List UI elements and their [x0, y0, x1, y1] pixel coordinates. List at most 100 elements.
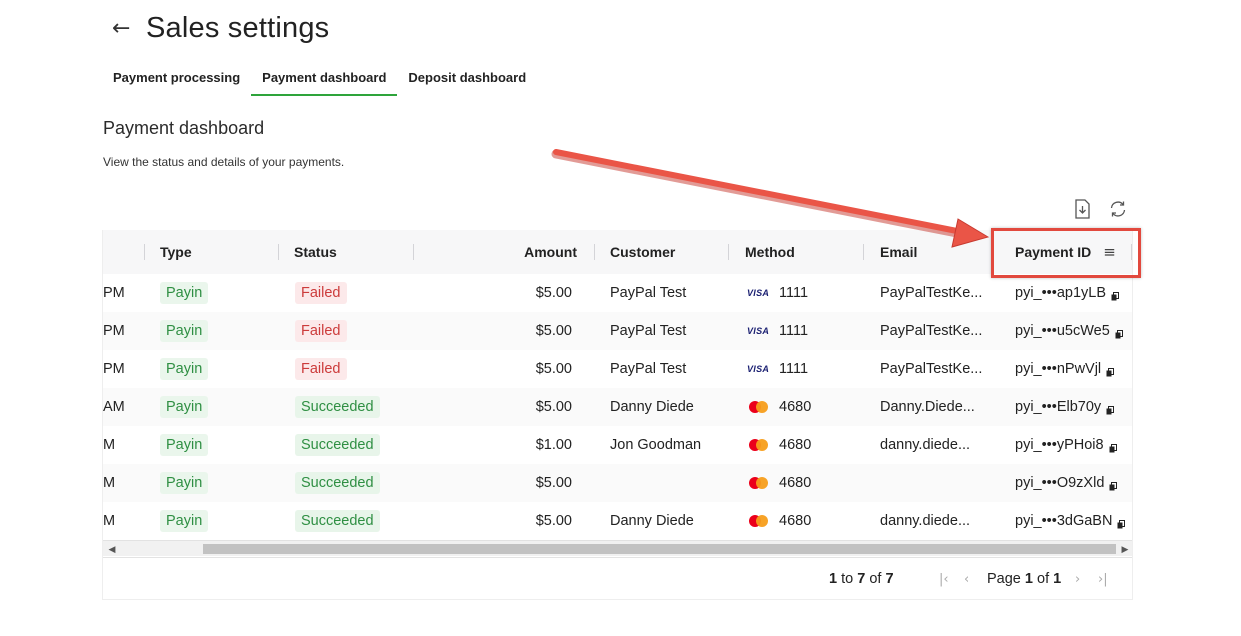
- time-cell: AM: [103, 399, 125, 415]
- previous-page-icon[interactable]: ‹: [964, 558, 969, 599]
- column-separator[interactable]: [144, 244, 145, 260]
- customer-cell: Danny Diede: [610, 513, 694, 529]
- pagination-bar: 1 to 7 of 7 |‹ ‹ Page 1 of 1 › ›|: [103, 557, 1132, 599]
- table-row[interactable]: M Payin Succeeded $5.00 4680 pyi_•••O9zX…: [103, 464, 1132, 502]
- mastercard-icon: [747, 514, 771, 528]
- column-separator[interactable]: [413, 244, 414, 260]
- status-badge: Succeeded: [295, 396, 380, 418]
- current-page: 1: [1024, 571, 1033, 587]
- email-cell: danny.diede...: [880, 513, 971, 529]
- column-menu-icon[interactable]: ≡: [1103, 243, 1116, 261]
- type-cell: Payin: [160, 312, 209, 350]
- type-badge: Payin: [160, 320, 209, 342]
- payment-id-cell: pyi_•••3dGaBN: [1015, 502, 1126, 540]
- customer-cell: PayPal Test: [610, 361, 687, 377]
- column-separator[interactable]: [1131, 244, 1132, 260]
- column-separator[interactable]: [278, 244, 279, 260]
- time-cell: M: [103, 475, 116, 491]
- payment-id-cell: pyi_•••u5cWe5: [1015, 312, 1123, 350]
- copy-icon[interactable]: [1109, 441, 1117, 453]
- column-header-method[interactable]: Method: [745, 230, 795, 274]
- email-cell: danny.diede...: [880, 437, 971, 453]
- time-cell: PM: [103, 361, 125, 377]
- visa-card-icon: VISA: [747, 364, 770, 374]
- refresh-icon[interactable]: [1107, 198, 1129, 220]
- row-count: 1 to 7 of 7: [829, 558, 894, 599]
- payment-id: pyi_•••yPHoi8: [1015, 437, 1104, 453]
- tab-payment-dashboard[interactable]: Payment dashboard: [251, 64, 398, 96]
- email-cell: PayPalTestKe...: [880, 323, 983, 339]
- table-row[interactable]: M Payin Succeeded $5.00 Danny Diede 4680…: [103, 502, 1132, 540]
- scroll-left-icon[interactable]: ◀: [105, 541, 119, 557]
- time-cell: PM: [103, 285, 125, 301]
- status-badge: Failed: [295, 358, 347, 380]
- copy-icon[interactable]: [1106, 403, 1115, 415]
- download-icon[interactable]: [1071, 198, 1093, 220]
- status-cell: Failed: [295, 312, 347, 350]
- payment-id-cell: pyi_•••O9zXld: [1015, 464, 1118, 502]
- column-header-customer[interactable]: Customer: [610, 230, 675, 274]
- column-separator[interactable]: [728, 244, 729, 260]
- tab-payment-processing[interactable]: Payment processing: [102, 64, 251, 96]
- status-cell: Succeeded: [295, 464, 380, 502]
- column-header-email[interactable]: Email: [880, 230, 917, 274]
- copy-icon[interactable]: [1106, 365, 1115, 377]
- table-row[interactable]: PM Payin Failed $5.00 PayPal Test VISA 11…: [103, 312, 1132, 350]
- time-cell: M: [103, 437, 116, 453]
- last-page-icon[interactable]: ›|: [1098, 558, 1108, 599]
- section-title: Payment dashboard: [103, 118, 265, 138]
- card-last4: 1111: [779, 361, 809, 377]
- page-header: ← Sales settings: [112, 10, 329, 46]
- first-page-icon[interactable]: |‹: [939, 558, 949, 599]
- copy-icon[interactable]: [1109, 479, 1118, 491]
- type-cell: Payin: [160, 274, 209, 312]
- row-count-to: 7: [857, 571, 866, 587]
- row-count-from: 1: [829, 571, 838, 587]
- mastercard-icon: [747, 438, 771, 452]
- copy-icon[interactable]: [1111, 289, 1120, 301]
- scroll-right-icon[interactable]: ▶: [1118, 541, 1132, 557]
- method-cell: VISA 1111: [747, 312, 808, 350]
- method-cell: VISA 1111: [747, 274, 808, 312]
- customer-cell: Danny Diede: [610, 399, 694, 415]
- copy-icon[interactable]: [1117, 517, 1126, 529]
- column-separator[interactable]: [594, 244, 595, 260]
- card-last4: 4680: [779, 399, 812, 415]
- table-row[interactable]: PM Payin Failed $5.00 PayPal Test VISA 11…: [103, 350, 1132, 388]
- method-cell: 4680: [747, 426, 811, 464]
- status-cell: Succeeded: [295, 388, 380, 426]
- type-badge: Payin: [160, 434, 209, 456]
- tab-deposit-dashboard[interactable]: Deposit dashboard: [397, 64, 537, 96]
- amount-cell: $5.00: [535, 399, 572, 415]
- copy-icon[interactable]: [1115, 327, 1123, 339]
- table-row[interactable]: M Payin Succeeded $1.00 Jon Goodman 4680…: [103, 426, 1132, 464]
- next-page-icon[interactable]: ›: [1075, 558, 1080, 599]
- table-row[interactable]: PM Payin Failed $5.00 PayPal Test VISA 11…: [103, 274, 1132, 312]
- table-header: Type Status Amount Customer Method Email…: [103, 230, 1132, 274]
- tab-bar: Payment processing Payment dashboard Dep…: [102, 64, 537, 96]
- payment-id: pyi_•••ap1yLB: [1015, 285, 1107, 301]
- column-header-status[interactable]: Status: [294, 230, 337, 274]
- table-row[interactable]: AM Payin Succeeded $5.00 Danny Diede 468…: [103, 388, 1132, 426]
- mastercard-icon: [747, 400, 771, 414]
- column-header-type[interactable]: Type: [160, 230, 192, 274]
- horizontal-scrollbar[interactable]: ◀ ▶: [103, 540, 1132, 557]
- visa-card-icon: VISA: [747, 326, 770, 336]
- back-arrow-icon[interactable]: ←: [112, 16, 146, 41]
- row-count-to-word: to: [841, 571, 854, 587]
- status-badge: Succeeded: [295, 472, 380, 494]
- email-cell: Danny.Diede...: [880, 399, 975, 415]
- column-separator[interactable]: [863, 244, 864, 260]
- status-cell: Succeeded: [295, 426, 380, 464]
- status-cell: Failed: [295, 274, 347, 312]
- scrollbar-thumb[interactable]: [203, 544, 1116, 554]
- card-last4: 4680: [779, 437, 812, 453]
- status-cell: Succeeded: [295, 502, 380, 540]
- column-header-amount[interactable]: Amount: [503, 230, 577, 274]
- amount-cell: $1.00: [535, 437, 572, 453]
- status-badge: Succeeded: [295, 434, 380, 456]
- section-description: View the status and details of your paym…: [103, 155, 345, 169]
- column-header-payment-id[interactable]: Payment ID ≡: [1015, 230, 1116, 274]
- payment-id: pyi_•••u5cWe5: [1015, 323, 1110, 339]
- amount-cell: $5.00: [535, 475, 572, 491]
